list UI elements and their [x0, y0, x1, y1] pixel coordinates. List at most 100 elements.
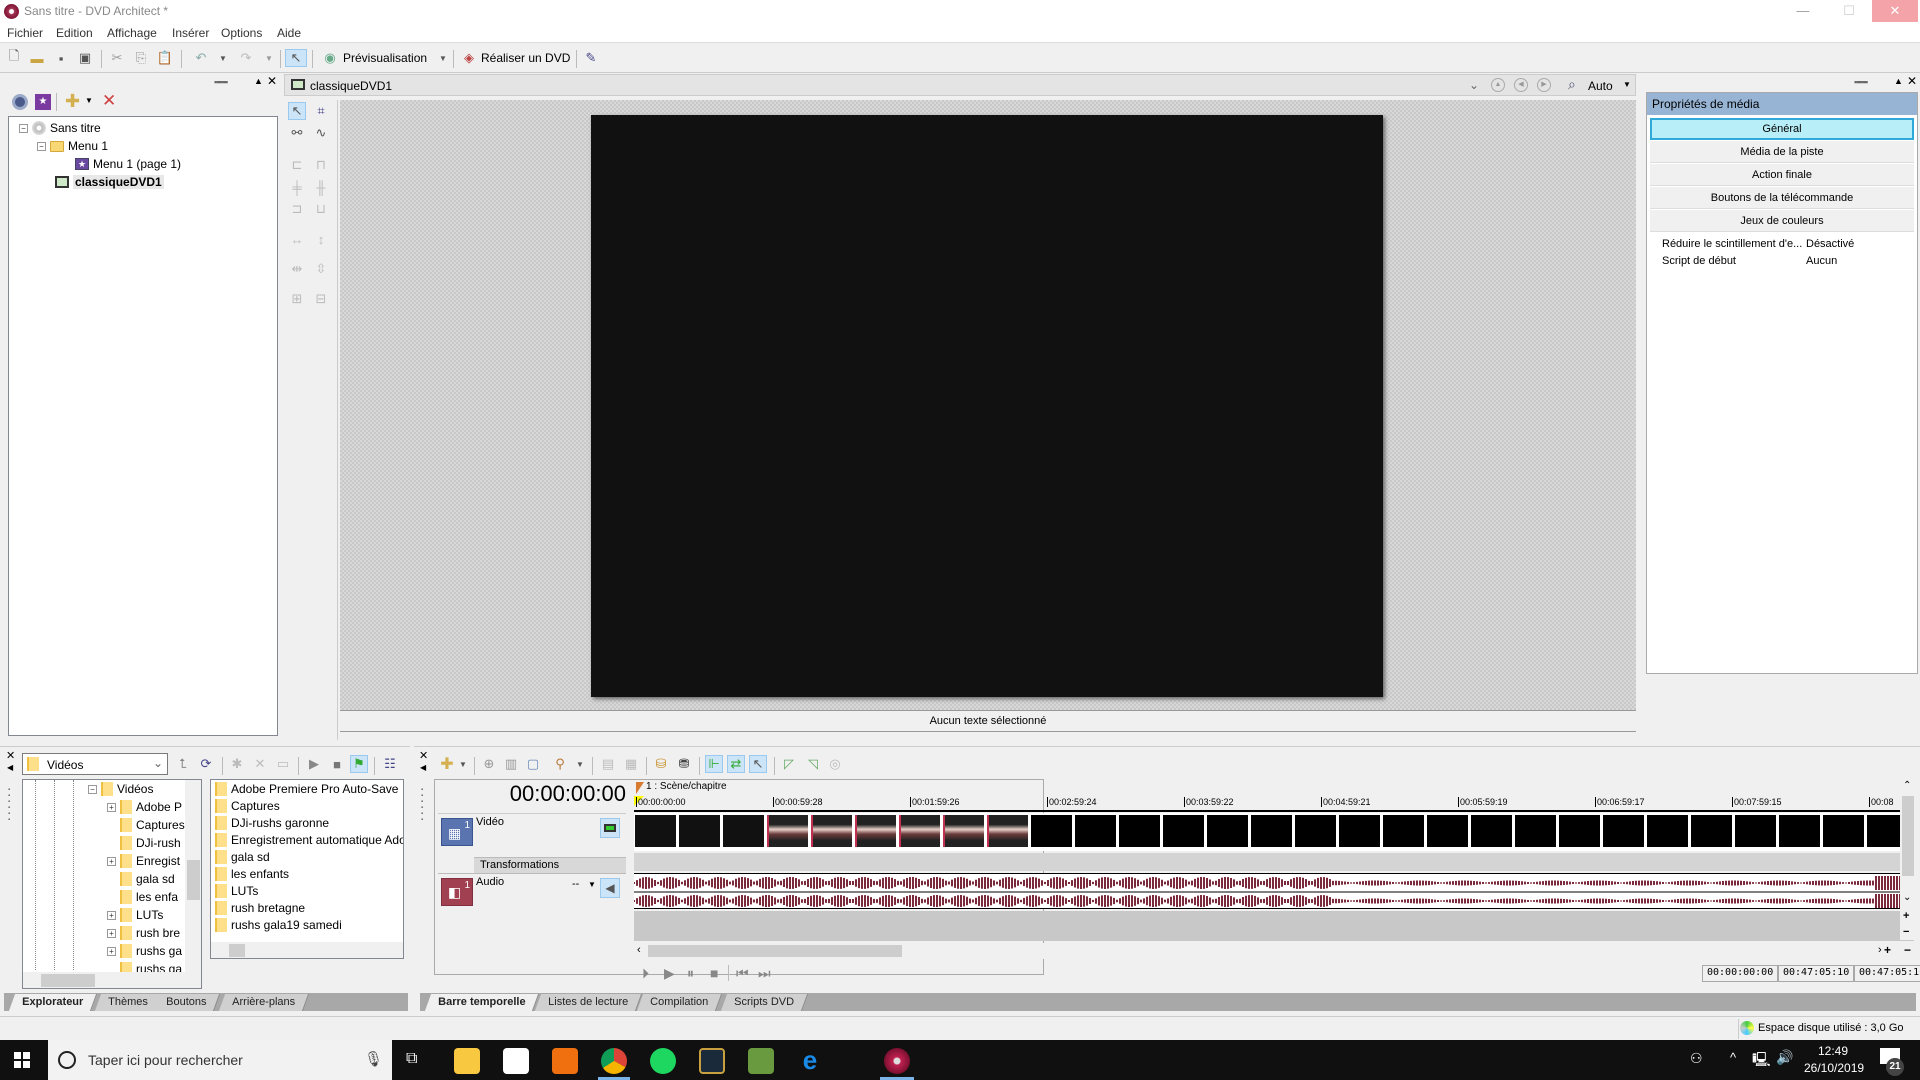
vertical-scrollbar[interactable] — [185, 780, 201, 972]
parent-folder-icon[interactable]: ⮤ — [174, 755, 192, 773]
add-audio-icon[interactable]: ▥ — [502, 755, 520, 773]
nav-up-icon[interactable]: ▲ — [1491, 78, 1505, 92]
task-view-icon[interactable]: ⧉ — [406, 1050, 417, 1068]
new-folder-icon[interactable]: ✱ — [228, 755, 246, 773]
add-media-dropdown-icon[interactable]: ▼ — [454, 755, 472, 773]
audio-track-icon[interactable]: ◧ 1 — [441, 878, 473, 906]
stop-icon[interactable]: ■ — [328, 755, 346, 773]
tab-backgrounds[interactable]: Arrière-plans — [218, 994, 310, 1011]
save-icon[interactable]: ▪ — [52, 49, 70, 67]
horizontal-scrollbar[interactable] — [211, 942, 403, 958]
nav-next-icon[interactable]: ▶ — [1537, 78, 1551, 92]
save-chapters-icon[interactable]: ⛃ — [675, 755, 693, 773]
tree-item-menu-page[interactable]: ★ Menu 1 (page 1) — [75, 157, 181, 171]
next-marker-icon[interactable]: ⏭ — [758, 965, 771, 982]
people-icon[interactable]: ⚇ — [1690, 1050, 1703, 1067]
file-item[interactable]: Enregistrement automatique Adobe — [215, 833, 403, 847]
subtitle-export-icon[interactable]: ▦ — [622, 755, 640, 773]
scale-tool-icon[interactable]: ⌗ — [312, 102, 330, 120]
file-item[interactable]: rush bretagne — [215, 901, 305, 915]
add-button-icon[interactable]: ▢ — [524, 755, 542, 773]
tab-buttons[interactable]: Boutons — [152, 994, 221, 1011]
auto-preview-icon[interactable]: ⚑ — [350, 755, 368, 773]
chapter-marker-label[interactable]: 1 : Scène/chapitre — [646, 781, 727, 792]
folder-tree-item[interactable]: + rush bre — [107, 926, 180, 940]
panel-grip[interactable]: ▪▪▪▪▪▪ — [214, 77, 228, 87]
transformations-lane[interactable] — [634, 853, 1914, 871]
workspace-selector[interactable]: classiqueDVD1 — [310, 79, 392, 93]
add-item-dropdown-icon[interactable]: ▼ — [85, 96, 93, 105]
ripple-icon[interactable]: ⇄ — [727, 755, 745, 773]
location-dropdown[interactable]: Vidéos ⌄ — [22, 753, 168, 775]
file-item[interactable]: Captures — [215, 799, 280, 813]
nav-prev-icon[interactable]: ◀ — [1514, 78, 1528, 92]
transformations-label[interactable]: Transformations — [474, 857, 626, 873]
trim-start-icon[interactable]: ◸ — [780, 755, 798, 773]
minimize-button[interactable]: — — [1780, 0, 1826, 22]
audio-track-name[interactable]: Audio — [476, 876, 558, 892]
link-tool-icon[interactable]: ⚯ — [288, 124, 306, 142]
panel-close-icon[interactable]: ✕ — [267, 74, 277, 88]
panel-close-icon[interactable]: ✕ — [419, 749, 428, 762]
show-hidden-icons[interactable]: ^ — [1730, 1050, 1736, 1065]
collapse-icon[interactable]: − — [19, 123, 28, 133]
panel-collapse-icon[interactable]: ▲ — [254, 76, 263, 86]
refresh-icon[interactable]: ⟳ — [197, 755, 215, 773]
video-track-toggle[interactable] — [600, 818, 620, 838]
cut-icon[interactable]: ✂ — [108, 49, 126, 67]
align-top-icon[interactable]: ⊓ — [312, 156, 330, 174]
panel-pin-icon[interactable]: ◀ — [7, 763, 13, 772]
folder-tree-item[interactable]: Captures — [120, 818, 185, 832]
folder-tree-item[interactable]: − Vidéos — [88, 782, 153, 796]
workspace-dropdown-icon[interactable]: ⌄ — [1469, 78, 1479, 92]
tab-explorer[interactable]: Explorateur — [8, 994, 98, 1011]
folder-tree-item[interactable]: + Adobe P — [107, 800, 182, 814]
tree-item-menu[interactable]: − Menu 1 — [37, 139, 108, 153]
video-preview[interactable] — [591, 115, 1383, 697]
minecraft-icon[interactable] — [748, 1048, 774, 1074]
menu-affichage[interactable]: Affichage — [107, 26, 157, 40]
add-item-icon[interactable]: ✚ — [65, 91, 80, 112]
section-remote-buttons[interactable]: Boutons de la télécommande — [1650, 187, 1914, 209]
folder-tree-item[interactable]: les enfa — [120, 890, 178, 904]
file-item[interactable]: les enfants — [215, 867, 289, 881]
clock-date[interactable]: 26/10/2019 — [1804, 1061, 1864, 1075]
video-track-lane[interactable] — [634, 813, 1914, 851]
tab-playlists[interactable]: Listes de lecture — [534, 994, 643, 1011]
zoom-in-button[interactable]: + — [1884, 943, 1891, 957]
tab-compilation[interactable]: Compilation — [636, 994, 723, 1011]
mail-app-icon[interactable] — [552, 1048, 578, 1074]
video-track-icon[interactable]: ▦ 1 — [441, 818, 473, 846]
audio-volume[interactable]: -- — [572, 878, 579, 890]
align-center-icon[interactable]: ╪ — [288, 178, 306, 196]
delete-icon[interactable]: ✕ — [102, 91, 116, 111]
timeline-horizontal-scrollbar[interactable]: ‹ › — [634, 943, 1900, 959]
clock-time[interactable]: 12:49 — [1818, 1044, 1848, 1058]
file-item[interactable]: rushs gala19 samedi — [215, 918, 342, 932]
property-value[interactable]: Désactivé — [1806, 238, 1854, 250]
speaker-icon[interactable]: ◀ — [600, 878, 620, 898]
property-value[interactable]: Aucun — [1806, 255, 1837, 267]
store-icon[interactable] — [503, 1048, 529, 1074]
panel-grip[interactable]: ▪ ▪ ▪ ▪ ▪ ▪ — [8, 787, 12, 823]
pause-icon[interactable]: ⏸ — [687, 965, 694, 982]
section-general[interactable]: Général — [1650, 118, 1914, 140]
tab-themes[interactable]: Thèmes — [94, 994, 162, 1011]
folder-tree-item[interactable]: + Enregist — [107, 854, 180, 868]
close-button[interactable]: ✕ — [1872, 0, 1918, 22]
subtitle-import-icon[interactable]: ▤ — [599, 755, 617, 773]
audio-volume-dropdown-icon[interactable]: ▼ — [588, 880, 596, 889]
previous-marker-icon[interactable]: ⏮ — [736, 965, 749, 982]
tab-dvd-scripts[interactable]: Scripts DVD — [720, 994, 808, 1011]
selection-length[interactable]: 00:47:05:10 — [1854, 965, 1920, 982]
section-end-action[interactable]: Action finale — [1650, 164, 1914, 186]
selection-tool-icon[interactable]: ↖ — [749, 755, 767, 773]
selection-tool-icon[interactable]: ↖ — [285, 49, 307, 67]
undo-dropdown-icon[interactable]: ▼ — [214, 49, 232, 67]
pointer-tool-icon[interactable]: ↖ — [288, 102, 306, 120]
folder-tree-item[interactable]: + rushs ga — [107, 944, 182, 958]
align-bottom-icon[interactable]: ⊔ — [312, 200, 330, 218]
selection-end[interactable]: 00:47:05:10 — [1778, 965, 1855, 982]
menu-edition[interactable]: Edition — [56, 26, 93, 40]
zoom-select[interactable]: Auto — [1588, 79, 1613, 93]
